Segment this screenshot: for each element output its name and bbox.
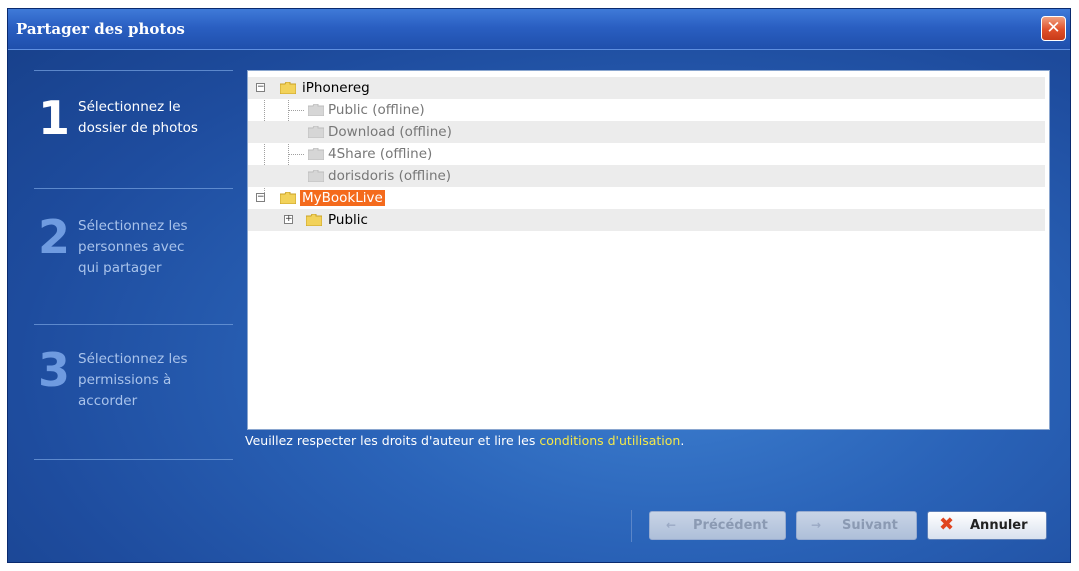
notice-text: .: [680, 433, 685, 448]
step-divider: [34, 188, 233, 189]
tree-node-public-offline[interactable]: Public (offline): [248, 99, 1045, 121]
tree-node-download-offline[interactable]: Download (offline): [248, 121, 1045, 143]
tree-node-label: Download (offline): [328, 124, 452, 140]
folder-offline-icon: [308, 148, 324, 160]
dialog-title: Partager des photos: [16, 20, 185, 38]
step-label-line: dossier de photos: [78, 120, 198, 136]
step-label-line: personnes avec: [78, 239, 185, 255]
step-3: 3 Sélectionnez les permissions à accorde…: [34, 343, 234, 429]
tree-node-label: 4Share (offline): [328, 146, 433, 162]
tree-node-mybooklive[interactable]: − MyBookLive: [248, 187, 1045, 209]
expand-icon[interactable]: +: [284, 215, 293, 224]
tree-node-dorisdoris-offline[interactable]: dorisdoris (offline): [248, 165, 1045, 187]
button-separator: [631, 510, 632, 542]
arrow-right-icon: →: [811, 518, 822, 532]
folder-icon: [280, 82, 296, 94]
share-photos-dialog: Partager des photos ✕ 1 Sélectionnez le …: [7, 8, 1071, 563]
step-label: Sélectionnez les personnes avec qui part…: [78, 216, 238, 279]
notice-text: Veuillez respecter les droits d'auteur e…: [245, 433, 540, 448]
step-number: 1: [38, 91, 71, 145]
step-label-line: permissions à: [78, 372, 172, 388]
step-number: 2: [38, 210, 71, 264]
cancel-x-icon: ✖: [939, 514, 955, 535]
previous-button[interactable]: ← Précédent: [649, 511, 786, 540]
step-label-line: Sélectionnez les: [78, 351, 188, 367]
folder-offline-icon: [308, 126, 324, 138]
next-button[interactable]: → Suivant: [796, 511, 917, 540]
step-label-line: Sélectionnez le: [78, 99, 181, 115]
step-divider: [34, 70, 233, 71]
step-1: 1 Sélectionnez le dossier de photos: [34, 91, 234, 177]
arrow-left-icon: ←: [666, 518, 677, 532]
folder-offline-icon: [308, 170, 324, 182]
terms-of-use-link[interactable]: conditions d'utilisation: [539, 433, 680, 448]
tree-node-label: iPhonereg: [302, 80, 370, 96]
tree-node-public[interactable]: + Public: [248, 209, 1045, 231]
copyright-notice: Veuillez respecter les droits d'auteur e…: [245, 433, 684, 448]
close-icon: ✕: [1046, 18, 1061, 38]
tree-node-label: Public (offline): [328, 102, 425, 118]
step-label-line: accorder: [78, 393, 138, 409]
step-2: 2 Sélectionnez les personnes avec qui pa…: [34, 210, 234, 296]
step-label: Sélectionnez les permissions à accorder: [78, 349, 238, 412]
collapse-icon[interactable]: −: [256, 83, 265, 92]
step-divider: [34, 324, 233, 325]
step-label-line: qui partager: [78, 260, 162, 276]
previous-button-label: Précédent: [693, 518, 768, 533]
folder-tree[interactable]: − iPhonereg Public (offline) Download (o…: [247, 70, 1050, 430]
title-bar: Partager des photos ✕: [8, 9, 1070, 50]
tree-node-label: Public: [328, 212, 368, 228]
folder-offline-icon: [308, 104, 324, 116]
step-number: 3: [38, 343, 71, 397]
tree-node-4share-offline[interactable]: 4Share (offline): [248, 143, 1045, 165]
step-label-line: Sélectionnez les: [78, 218, 188, 234]
close-button[interactable]: ✕: [1041, 16, 1066, 41]
next-button-label: Suivant: [842, 518, 898, 533]
tree-node-label: dorisdoris (offline): [328, 168, 452, 184]
cancel-button[interactable]: ✖ Annuler: [927, 511, 1047, 540]
step-label: Sélectionnez le dossier de photos: [78, 97, 238, 139]
tree-node-iphonereg[interactable]: − iPhonereg: [248, 77, 1045, 99]
folder-icon: [280, 192, 296, 204]
tree-node-label: MyBookLive: [300, 190, 385, 206]
cancel-button-label: Annuler: [970, 518, 1028, 533]
folder-icon: [306, 214, 322, 226]
collapse-icon[interactable]: −: [256, 193, 265, 202]
step-divider: [34, 459, 233, 460]
